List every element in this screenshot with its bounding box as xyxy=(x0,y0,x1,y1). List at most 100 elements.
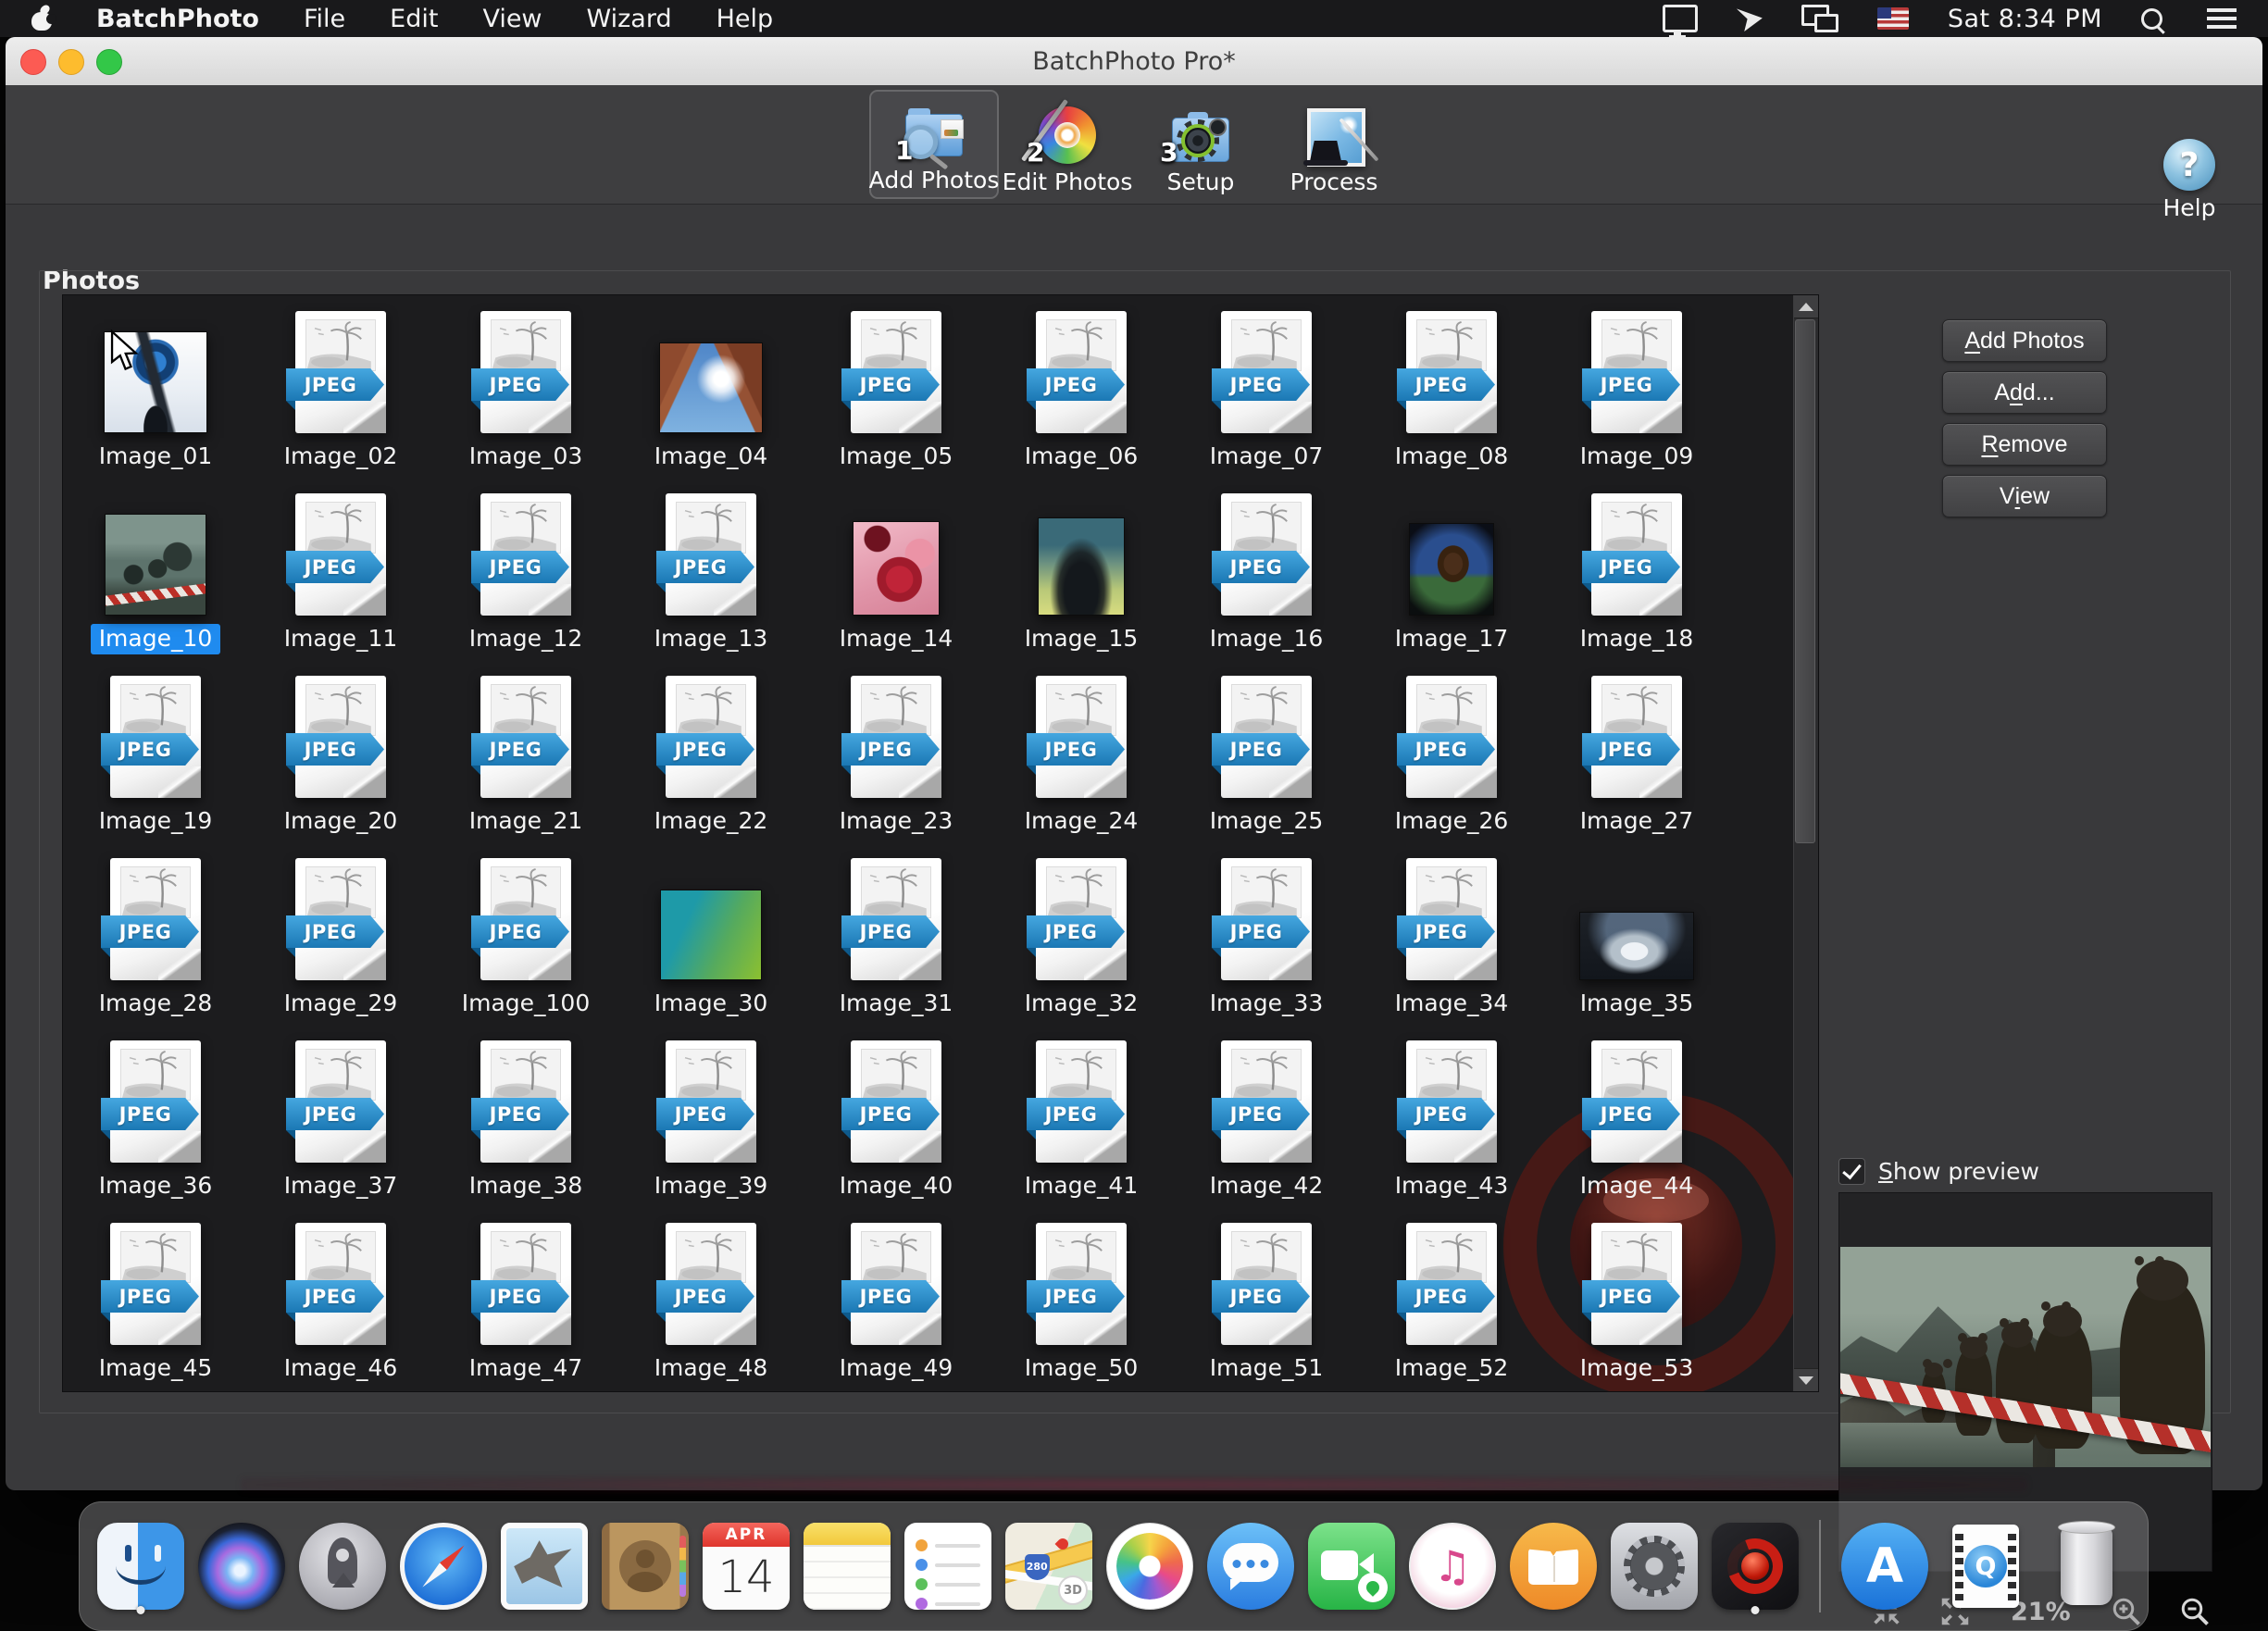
photo-item[interactable]: Image_10 xyxy=(63,478,248,660)
photo-item[interactable]: JPEGImage_21 xyxy=(433,660,618,842)
photo-item[interactable]: JPEGImage_53 xyxy=(1544,1207,1729,1389)
photo-item[interactable]: JPEGImage_28 xyxy=(63,842,248,1025)
toolbar-setup-button[interactable]: 3Setup xyxy=(1136,90,1265,199)
photo-item[interactable]: JPEGImage_20 xyxy=(248,660,433,842)
dock-item-system-preferences[interactable] xyxy=(1608,1518,1701,1614)
photo-item[interactable]: JPEGImage_12 xyxy=(433,478,618,660)
photo-item[interactable]: JPEGImage_37 xyxy=(248,1025,433,1207)
menu-item-help[interactable]: Help xyxy=(717,5,774,33)
photo-item[interactable]: JPEGImage_38 xyxy=(433,1025,618,1207)
zoom-button[interactable] xyxy=(96,49,122,75)
photo-item[interactable]: JPEGImage_47 xyxy=(433,1207,618,1389)
photo-item[interactable]: JPEGImage_05 xyxy=(804,295,989,478)
photo-item[interactable]: JPEGImage_40 xyxy=(804,1025,989,1207)
scroll-up-button[interactable] xyxy=(1794,295,1818,318)
photo-item[interactable]: JPEGImage_02 xyxy=(248,295,433,478)
view-button[interactable]: View xyxy=(1942,475,2107,517)
photo-item[interactable]: JPEGImage_06 xyxy=(989,295,1174,478)
notification-center-icon[interactable] xyxy=(2207,8,2237,12)
title-bar[interactable]: BatchPhoto Pro* xyxy=(6,37,2262,85)
dock-item-siri[interactable] xyxy=(195,1518,288,1614)
photo-item[interactable]: JPEGImage_43 xyxy=(1359,1025,1544,1207)
add-button[interactable]: Add... xyxy=(1942,371,2107,414)
photo-item[interactable]: JPEGImage_11 xyxy=(248,478,433,660)
photo-item[interactable]: Image_15 xyxy=(989,478,1174,660)
photo-item[interactable]: JPEGImage_25 xyxy=(1174,660,1359,842)
scrollbar-thumb[interactable] xyxy=(1795,319,1815,843)
photo-item[interactable]: JPEGImage_27 xyxy=(1544,660,1729,842)
toolbar-edit-photos-button[interactable]: 2Edit Photos xyxy=(1003,90,1132,199)
add-photos-button[interactable]: Add Photos xyxy=(1942,319,2107,362)
photo-item[interactable]: JPEGImage_51 xyxy=(1174,1207,1359,1389)
dock-item-facetime[interactable] xyxy=(1305,1518,1398,1614)
photo-item[interactable]: JPEGImage_33 xyxy=(1174,842,1359,1025)
dock-item-notes[interactable] xyxy=(801,1518,893,1614)
photo-item[interactable]: Image_30 xyxy=(618,842,804,1025)
dock-item-messages[interactable] xyxy=(1204,1518,1297,1614)
menubar-clock[interactable]: Sat 8:34 PM xyxy=(1948,5,2102,33)
menu-item-view[interactable]: View xyxy=(482,5,542,33)
menu-item-edit[interactable]: Edit xyxy=(390,5,438,33)
dock-item-app-store[interactable]: A xyxy=(1838,1518,1931,1614)
dock-item-mail[interactable] xyxy=(498,1518,591,1614)
photo-item[interactable]: JPEGImage_16 xyxy=(1174,478,1359,660)
photo-item[interactable]: JPEGImage_41 xyxy=(989,1025,1174,1207)
dock-item-batchphoto[interactable] xyxy=(1709,1518,1801,1614)
show-preview-checkbox[interactable]: Show preview xyxy=(1838,1158,2039,1185)
dock-item-ibooks[interactable] xyxy=(1507,1518,1600,1614)
dock-item-finder[interactable] xyxy=(94,1518,187,1614)
photo-item[interactable]: JPEGImage_31 xyxy=(804,842,989,1025)
us-flag-icon[interactable] xyxy=(1877,7,1909,30)
photo-item[interactable]: Image_35 xyxy=(1544,842,1729,1025)
help-button[interactable]: ? Help xyxy=(2148,139,2231,221)
photo-item[interactable]: JPEGImage_18 xyxy=(1544,478,1729,660)
photo-item[interactable]: JPEGImage_48 xyxy=(618,1207,804,1389)
photo-item[interactable]: JPEGImage_07 xyxy=(1174,295,1359,478)
dock-item-quicktime[interactable]: Q xyxy=(1939,1518,2032,1614)
dock-item-trash[interactable] xyxy=(2040,1518,2133,1614)
photo-item[interactable]: Image_14 xyxy=(804,478,989,660)
photo-item[interactable]: JPEGImage_19 xyxy=(63,660,248,842)
photo-item[interactable]: JPEGImage_46 xyxy=(248,1207,433,1389)
glider-icon[interactable] xyxy=(1737,6,1763,31)
dock-item-safari[interactable] xyxy=(397,1518,490,1614)
dock-item-launchpad[interactable] xyxy=(296,1518,389,1614)
dock-item-reminders[interactable] xyxy=(902,1518,994,1614)
dock-item-maps[interactable]: 2803D xyxy=(1003,1518,1095,1614)
displays-icon[interactable] xyxy=(1801,5,1838,32)
photo-item[interactable]: JPEGImage_52 xyxy=(1359,1207,1544,1389)
checkbox-checkmark-icon[interactable] xyxy=(1838,1158,1865,1185)
spotlight-icon[interactable] xyxy=(2141,8,2162,30)
menu-item-batchphoto[interactable]: BatchPhoto xyxy=(96,5,259,33)
photo-item[interactable]: Image_17 xyxy=(1359,478,1544,660)
photo-item[interactable]: JPEGImage_26 xyxy=(1359,660,1544,842)
menu-item-wizard[interactable]: Wizard xyxy=(587,5,672,33)
photo-item[interactable]: JPEGImage_32 xyxy=(989,842,1174,1025)
photo-item[interactable]: JPEGImage_36 xyxy=(63,1025,248,1207)
photo-item[interactable]: JPEGImage_22 xyxy=(618,660,804,842)
photo-item[interactable]: JPEGImage_49 xyxy=(804,1207,989,1389)
photo-item[interactable]: JPEGImage_23 xyxy=(804,660,989,842)
dock-item-calendar[interactable]: APR14 xyxy=(700,1518,792,1614)
menu-item-file[interactable]: File xyxy=(304,5,345,33)
minimize-button[interactable] xyxy=(58,49,84,75)
dock-item-itunes[interactable]: ♫ xyxy=(1406,1518,1499,1614)
toolbar-process-button[interactable]: Process xyxy=(1269,90,1399,199)
scroll-down-button[interactable] xyxy=(1794,1368,1818,1391)
remove-button[interactable]: Remove xyxy=(1942,423,2107,466)
photo-item[interactable]: JPEGImage_39 xyxy=(618,1025,804,1207)
zoom-out-icon[interactable] xyxy=(2176,1593,2213,1630)
photo-item[interactable]: JPEGImage_08 xyxy=(1359,295,1544,478)
photo-item[interactable]: JPEGImage_34 xyxy=(1359,842,1544,1025)
display-icon[interactable] xyxy=(1663,5,1698,32)
toolbar-add-photos-button[interactable]: 1Add Photos xyxy=(869,90,999,199)
photo-item[interactable]: JPEGImage_42 xyxy=(1174,1025,1359,1207)
apple-icon[interactable] xyxy=(31,6,52,31)
dock-item-contacts[interactable] xyxy=(599,1518,692,1614)
vertical-scrollbar[interactable] xyxy=(1793,295,1818,1391)
photo-item[interactable]: JPEGImage_09 xyxy=(1544,295,1729,478)
photo-item[interactable]: JPEGImage_44 xyxy=(1544,1025,1729,1207)
photo-item[interactable]: JPEGImage_13 xyxy=(618,478,804,660)
photo-item[interactable]: JPEGImage_29 xyxy=(248,842,433,1025)
dock-item-photos[interactable] xyxy=(1103,1518,1196,1614)
